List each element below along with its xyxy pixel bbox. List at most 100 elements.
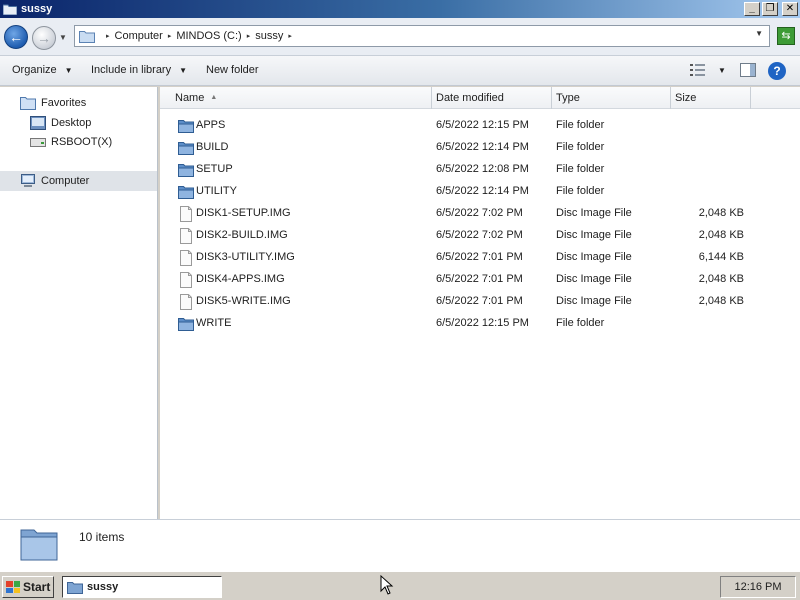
file-date: 6/5/2022 12:15 PM xyxy=(436,317,529,329)
new-folder-button[interactable]: New folder xyxy=(206,64,259,76)
minimize-button[interactable]: _ xyxy=(744,2,760,16)
organize-button[interactable]: Organize ▼ xyxy=(12,64,73,76)
column-date[interactable]: Date modified xyxy=(432,87,552,109)
file-type: File folder xyxy=(556,141,605,153)
nav-desktop[interactable]: Desktop xyxy=(30,116,91,130)
file-type: Disc Image File xyxy=(556,273,632,285)
mouse-cursor-icon xyxy=(380,575,394,595)
file-row[interactable]: UTILITY 6/5/2022 12:14 PM File folder xyxy=(160,181,800,203)
address-dropdown-icon[interactable]: ▼ xyxy=(755,29,763,38)
file-row[interactable]: APPS 6/5/2022 12:15 PM File folder xyxy=(160,115,800,137)
file-icon xyxy=(180,206,192,222)
navigation-pane: Favorites Desktop RSBOOT(X) Computer xyxy=(0,87,158,519)
restore-button[interactable]: ❐ xyxy=(762,2,778,16)
start-label: Start xyxy=(23,580,51,594)
favorites-icon xyxy=(20,97,36,110)
help-icon[interactable]: ? xyxy=(768,62,786,80)
taskbar: Start sussy 12:16 PM xyxy=(0,571,800,600)
desktop-icon xyxy=(30,116,46,130)
column-size[interactable]: Size xyxy=(671,87,751,109)
folder-icon xyxy=(178,186,194,199)
file-row[interactable]: SETUP 6/5/2022 12:08 PM File folder xyxy=(160,159,800,181)
start-button[interactable]: Start xyxy=(2,576,54,598)
view-dropdown-icon[interactable]: ▼ xyxy=(718,66,726,75)
file-row[interactable]: DISK5-WRITE.IMG 6/5/2022 7:01 PM Disc Imag… xyxy=(160,291,800,313)
column-size-label: Size xyxy=(675,92,697,104)
address-bar-area: ← → ▼ ▸ Computer ▸ MINDOS (C:) ▸ sussy ▸… xyxy=(0,18,800,56)
file-name: DISK5-WRITE.IMG xyxy=(196,295,291,307)
file-size: 2,048 KB xyxy=(698,295,744,307)
item-count: 10 items xyxy=(79,530,125,544)
breadcrumb-folder[interactable]: sussy xyxy=(255,30,283,42)
file-name: APPS xyxy=(196,119,226,131)
nav-computer[interactable]: Computer xyxy=(0,171,157,191)
file-date: 6/5/2022 7:02 PM xyxy=(436,229,523,241)
title-bar[interactable]: sussy _ ❐ ✕ xyxy=(0,0,800,18)
file-date: 6/5/2022 7:01 PM xyxy=(436,295,523,307)
column-name[interactable]: Name ▲ xyxy=(160,87,432,109)
view-options-icon[interactable] xyxy=(690,63,706,77)
close-button[interactable]: ✕ xyxy=(782,2,798,16)
preview-pane-icon[interactable] xyxy=(740,63,756,77)
file-row[interactable]: DISK2-BUILD.IMG 6/5/2022 7:02 PM Disc Imag… xyxy=(160,225,800,247)
breadcrumb-drive[interactable]: MINDOS (C:) xyxy=(176,30,241,42)
folder-icon xyxy=(178,164,194,177)
nav-favorites-label: Favorites xyxy=(41,97,87,109)
chevron-right-icon[interactable]: ▸ xyxy=(247,32,251,40)
file-row[interactable]: DISK4-APPS.IMG 6/5/2022 7:01 PM Disc Image… xyxy=(160,269,800,291)
column-type[interactable]: Type xyxy=(552,87,671,109)
window-title: sussy xyxy=(21,3,53,15)
file-type: File folder xyxy=(556,317,605,329)
address-box[interactable]: ▸ Computer ▸ MINDOS (C:) ▸ sussy ▸ ▼ xyxy=(74,25,770,47)
file-type: Disc Image File xyxy=(556,207,632,219)
file-type: Disc Image File xyxy=(556,295,632,307)
clock[interactable]: 12:16 PM xyxy=(720,576,796,598)
chevron-right-icon[interactable]: ▸ xyxy=(106,32,110,40)
file-row[interactable]: DISK1-SETUP.IMG 6/5/2022 7:02 PM Disc Imag… xyxy=(160,203,800,225)
file-name: BUILD xyxy=(196,141,229,153)
file-type: File folder xyxy=(556,163,605,175)
details-pane: 10 items xyxy=(0,519,800,571)
organize-label: Organize xyxy=(12,64,57,76)
file-type: File folder xyxy=(556,119,605,131)
file-type: Disc Image File xyxy=(556,229,632,241)
chevron-down-icon: ▼ xyxy=(64,65,73,75)
file-date: 6/5/2022 7:01 PM xyxy=(436,273,523,285)
taskbar-window-label: sussy xyxy=(87,581,119,593)
refresh-button[interactable]: ⇆ xyxy=(777,27,795,45)
include-in-library-label: Include in library xyxy=(91,64,172,76)
folder-icon xyxy=(3,4,17,15)
column-headers: Name ▲ Date modified Type Size xyxy=(160,87,800,109)
file-name: DISK1-SETUP.IMG xyxy=(196,207,291,219)
file-date: 6/5/2022 7:02 PM xyxy=(436,207,523,219)
file-size: 2,048 KB xyxy=(698,273,744,285)
nav-desktop-label: Desktop xyxy=(51,117,92,129)
file-row[interactable]: WRITE 6/5/2022 12:15 PM File folder xyxy=(160,313,800,335)
breadcrumb: ▸ Computer ▸ MINDOS (C:) ▸ sussy ▸ xyxy=(101,30,297,42)
chevron-down-icon: ▼ xyxy=(179,65,188,75)
include-in-library-button[interactable]: Include in library ▼ xyxy=(91,64,187,76)
back-button[interactable]: ← xyxy=(4,25,28,49)
column-name-label: Name xyxy=(175,92,205,104)
recent-pages-dropdown[interactable]: ▼ xyxy=(59,33,67,42)
file-date: 6/5/2022 12:15 PM xyxy=(436,119,529,131)
file-name: DISK3-UTILITY.IMG xyxy=(196,251,295,263)
nav-rsboot[interactable]: RSBOOT(X) xyxy=(30,135,112,149)
taskbar-window-button[interactable]: sussy xyxy=(62,576,222,598)
file-type: File folder xyxy=(556,185,605,197)
file-row[interactable]: DISK3-UTILITY.IMG 6/5/2022 7:01 PM Disc Im… xyxy=(160,247,800,269)
folder-icon xyxy=(67,581,83,594)
new-folder-label: New folder xyxy=(206,64,259,76)
file-size: 2,048 KB xyxy=(698,207,744,219)
forward-button[interactable]: → xyxy=(32,26,56,50)
windows-logo-icon xyxy=(6,581,20,593)
nav-favorites[interactable]: Favorites xyxy=(20,96,86,110)
file-size: 2,048 KB xyxy=(698,229,744,241)
file-name: UTILITY xyxy=(196,185,237,197)
file-name: DISK2-BUILD.IMG xyxy=(196,229,288,241)
chevron-right-icon[interactable]: ▸ xyxy=(168,32,172,40)
nav-rsboot-label: RSBOOT(X) xyxy=(51,136,113,148)
breadcrumb-computer[interactable]: Computer xyxy=(115,30,163,42)
chevron-right-icon[interactable]: ▸ xyxy=(288,32,292,40)
file-row[interactable]: BUILD 6/5/2022 12:14 PM File folder xyxy=(160,137,800,159)
